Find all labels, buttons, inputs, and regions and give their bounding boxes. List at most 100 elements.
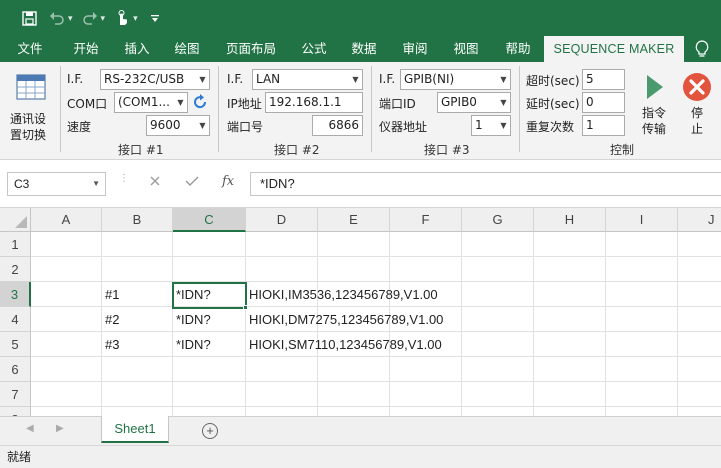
send-command-button[interactable]: 指令 传输 <box>634 68 676 140</box>
port2-if-select[interactable]: LAN ▼ <box>252 69 363 90</box>
group-divider <box>519 66 520 152</box>
column-header-g[interactable]: G <box>462 208 534 232</box>
chevron-down-icon: ▼ <box>195 70 209 89</box>
fill-handle[interactable] <box>243 305 248 310</box>
touch-mode-icon[interactable] <box>111 7 133 29</box>
refresh-icon[interactable] <box>192 94 208 113</box>
port3-if-select[interactable]: GPIB(NI) ▼ <box>400 69 511 90</box>
column-header-e[interactable]: E <box>318 208 390 232</box>
column-header-c[interactable]: C <box>173 208 246 232</box>
port1-com-label: COM口 <box>67 97 108 111</box>
touch-mode-dropdown-icon[interactable]: ▾ <box>133 13 138 24</box>
sheet-tab-bar: ◀ ▶ Sheet1 + <box>0 416 721 445</box>
gridline <box>461 232 462 416</box>
stop-label-1: 停 <box>691 106 704 120</box>
cell-b3[interactable]: #1 <box>102 282 119 307</box>
port1-speed-select[interactable]: 9600 ▼ <box>146 115 210 136</box>
cell-c4[interactable]: *IDN? <box>173 307 211 332</box>
chevron-down-icon: ▼ <box>92 179 100 188</box>
delay-input[interactable]: 0 <box>582 92 625 113</box>
name-box[interactable]: C3 ▼ <box>7 172 106 196</box>
chevron-down-icon: ▼ <box>173 93 187 112</box>
tab-data[interactable]: 数据 <box>338 36 390 62</box>
insert-function-icon[interactable]: fx <box>222 174 234 189</box>
undo-dropdown-icon[interactable]: ▾ <box>68 13 73 24</box>
port3-group-label: 接口 #3 <box>424 143 470 157</box>
comm-settings-button[interactable]: 通讯设 置切换 <box>4 68 56 142</box>
row-header-5[interactable]: 5 <box>0 332 31 357</box>
tab-review[interactable]: 审阅 <box>390 36 440 62</box>
port1-com-select[interactable]: (COM1... ▼ <box>114 92 188 113</box>
tab-formulas[interactable]: 公式 <box>290 36 338 62</box>
cell-d5[interactable]: HIOKI,SM7110,123456789,V1.00 <box>246 332 442 357</box>
cell-d3[interactable]: HIOKI,IM3536,123456789,V1.00 <box>246 282 438 307</box>
gridline <box>533 232 534 416</box>
row-header-6[interactable]: 6 <box>0 357 31 382</box>
cell-d4[interactable]: HIOKI,DM7275,123456789,V1.00 <box>246 307 443 332</box>
group-divider <box>218 66 219 152</box>
customize-icon[interactable] <box>144 7 166 29</box>
port3-addr-label: 仪器地址 <box>379 120 428 134</box>
port1-com-value: (COM1... <box>118 95 170 109</box>
port2-port-label: 端口号 <box>227 120 264 134</box>
cell-b4[interactable]: #2 <box>102 307 119 332</box>
save-icon[interactable] <box>18 7 40 29</box>
lightbulb-icon[interactable] <box>694 40 710 58</box>
formula-bar: C3 ▼ ⋮ fx *IDN? <box>0 160 721 208</box>
tab-view[interactable]: 视图 <box>440 36 492 62</box>
row-header-3[interactable]: 3 <box>0 282 31 307</box>
port1-if-select[interactable]: RS-232C/USB ▼ <box>100 69 210 90</box>
row-header-2[interactable]: 2 <box>0 257 31 282</box>
port1-if-label: I.F. <box>67 72 84 86</box>
column-header-h[interactable]: H <box>534 208 606 232</box>
spreadsheet-grid: A B C D E F G H I J 1 2 3 4 5 6 7 8 #1 *… <box>0 208 721 416</box>
enter-icon[interactable] <box>184 174 200 191</box>
column-header-b[interactable]: B <box>102 208 173 232</box>
undo-icon[interactable] <box>46 7 68 29</box>
port2-if-label: I.F. <box>227 72 244 86</box>
gridline <box>31 406 721 407</box>
column-header-f[interactable]: F <box>390 208 462 232</box>
redo-icon[interactable] <box>79 7 101 29</box>
cell-c5[interactable]: *IDN? <box>173 332 211 357</box>
column-header-j[interactable]: J <box>678 208 721 232</box>
sheet-prev-icon[interactable]: ◀ <box>26 423 34 434</box>
column-header-d[interactable]: D <box>246 208 318 232</box>
drag-handle-icon[interactable]: ⋮ <box>119 174 129 184</box>
sheet-tab-sheet1[interactable]: Sheet1 <box>101 416 169 443</box>
stop-label-2: 止 <box>691 122 704 136</box>
sheet-next-icon[interactable]: ▶ <box>56 423 64 434</box>
timeout-input[interactable]: 5 <box>582 69 625 90</box>
tab-draw[interactable]: 绘图 <box>162 36 212 62</box>
tab-sequence-maker[interactable]: SEQUENCE MAKER <box>544 36 684 62</box>
port2-ip-input[interactable]: 192.168.1.1 <box>265 92 363 113</box>
column-header-a[interactable]: A <box>31 208 102 232</box>
tab-help[interactable]: 帮助 <box>492 36 544 62</box>
play-icon <box>646 74 664 103</box>
row-header-1[interactable]: 1 <box>0 232 31 257</box>
row-header-4[interactable]: 4 <box>0 307 31 332</box>
port3-addr-select[interactable]: 1 ▼ <box>471 115 511 136</box>
cell-b5[interactable]: #3 <box>102 332 119 357</box>
ribbon-tabs: 文件 开始 插入 绘图 页面布局 公式 数据 审阅 视图 帮助 SEQUENCE… <box>0 36 721 62</box>
add-sheet-icon[interactable]: + <box>202 423 218 439</box>
cancel-icon[interactable] <box>148 174 162 191</box>
gridline <box>31 256 721 257</box>
port3-id-select[interactable]: GPIB0 ▼ <box>437 92 511 113</box>
repeat-input[interactable]: 1 <box>582 115 625 136</box>
formula-input[interactable]: *IDN? <box>250 172 721 196</box>
redo-dropdown-icon[interactable]: ▾ <box>101 13 106 24</box>
tab-home[interactable]: 开始 <box>60 36 112 62</box>
tab-page-layout[interactable]: 页面布局 <box>212 36 290 62</box>
select-all-corner[interactable] <box>0 208 31 232</box>
port2-port-input[interactable]: 6866 <box>312 115 363 136</box>
tab-file[interactable]: 文件 <box>0 36 60 62</box>
stop-icon <box>682 72 712 105</box>
row-header-8[interactable]: 8 <box>0 407 31 416</box>
port1-group-label: 接口 #1 <box>118 143 164 157</box>
repeat-label: 重复次数 <box>526 120 575 134</box>
column-header-i[interactable]: I <box>606 208 678 232</box>
tab-insert[interactable]: 插入 <box>112 36 162 62</box>
stop-button[interactable]: 停 止 <box>678 68 718 140</box>
row-header-7[interactable]: 7 <box>0 382 31 407</box>
